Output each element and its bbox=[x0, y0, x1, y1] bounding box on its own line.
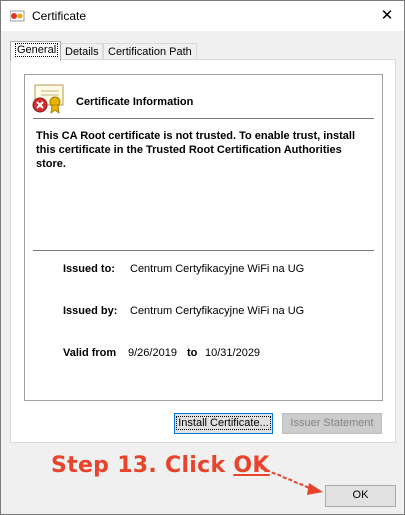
valid-from-value: 9/26/2019 bbox=[128, 347, 177, 359]
ok-button-label: OK bbox=[352, 489, 369, 501]
certificate-info-heading: Certificate Information bbox=[76, 96, 194, 108]
issued-to-label: Issued to: bbox=[63, 263, 115, 275]
tab-general[interactable]: General bbox=[10, 41, 61, 61]
title-bar: Certificate ✕ bbox=[1, 1, 404, 31]
issued-by-value: Centrum Certyfikacyjne WiFi na UG bbox=[130, 305, 305, 317]
window-title: Certificate bbox=[32, 9, 87, 23]
certificate-info-box: Certificate Information This CA Root cer… bbox=[24, 74, 383, 401]
close-button[interactable]: ✕ bbox=[378, 7, 396, 25]
untrusted-warning-message: This CA Root certificate is not trusted.… bbox=[36, 130, 356, 170]
step-annotation-text: Step 13. Click bbox=[51, 453, 234, 478]
tab-details-label: Details bbox=[65, 46, 99, 58]
certificate-app-icon bbox=[10, 10, 25, 22]
issued-to-value: Centrum Certyfikacyjne WiFi na UG bbox=[130, 263, 305, 275]
close-icon: ✕ bbox=[380, 7, 394, 24]
issuer-statement-button[interactable]: Issuer Statement bbox=[282, 413, 382, 434]
ok-button[interactable]: OK bbox=[325, 485, 396, 507]
issued-by-label: Issued by: bbox=[63, 305, 118, 317]
divider-bottom bbox=[33, 250, 374, 251]
tab-certification-path-label: Certification Path bbox=[108, 46, 192, 58]
red-arrow-icon bbox=[254, 465, 323, 495]
tab-certification-path[interactable]: Certification Path bbox=[103, 43, 197, 59]
install-certificate-button[interactable]: Install Certificate... bbox=[174, 413, 273, 434]
install-certificate-label: Install Certificate... bbox=[176, 416, 271, 430]
valid-from-label: Valid from bbox=[63, 347, 117, 359]
divider-top bbox=[33, 118, 374, 119]
untrusted-certificate-icon bbox=[32, 84, 64, 114]
tab-general-label: General bbox=[15, 43, 59, 57]
valid-to-value: 10/31/2029 bbox=[205, 347, 261, 359]
issuer-statement-label: Issuer Statement bbox=[290, 417, 374, 429]
step-annotation: Step 13. Click OK bbox=[51, 453, 270, 478]
tab-details[interactable]: Details bbox=[60, 43, 103, 59]
valid-to-label: to bbox=[187, 347, 198, 359]
certificate-window: Certificate ✕ General Details Certificat… bbox=[0, 0, 405, 515]
